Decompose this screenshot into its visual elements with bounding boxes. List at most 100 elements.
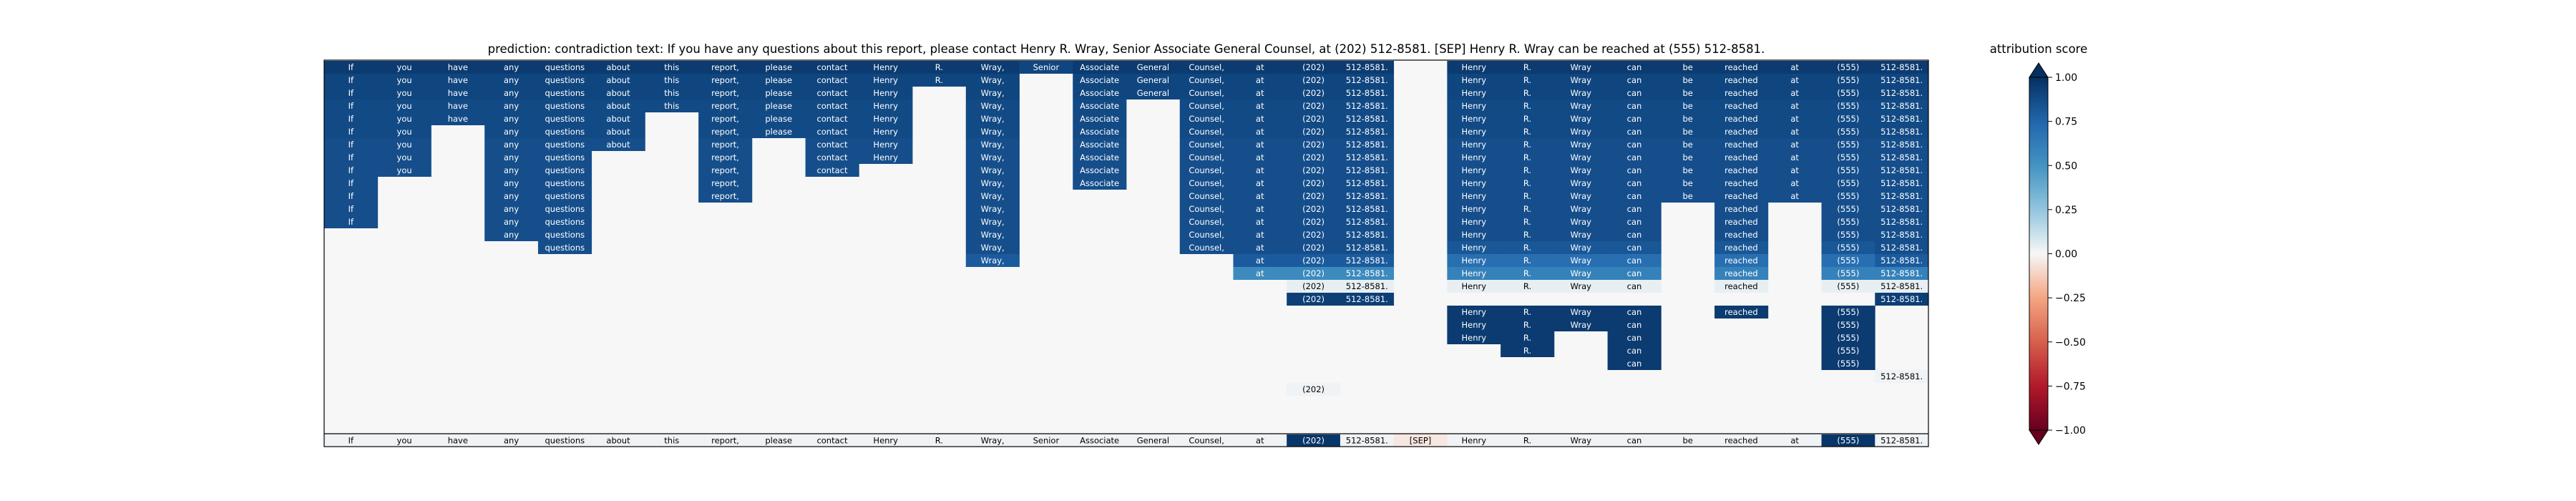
heatmap-r5c25-label: be bbox=[1683, 127, 1693, 137]
heatmap-r8c4-label: questions bbox=[545, 165, 585, 175]
heatmap-r7c26-label: reached bbox=[1724, 152, 1758, 162]
heatmap-r9c17-label: at bbox=[1256, 178, 1264, 188]
heatmap-r2c9-label: contact bbox=[816, 88, 848, 98]
heatmap-r17c26-label: reached bbox=[1724, 281, 1758, 291]
heatmap-r9c21-label: Henry bbox=[1461, 178, 1486, 188]
heatmap-r7c22-label: R. bbox=[1523, 152, 1531, 162]
final-row-c9-label: contact bbox=[816, 436, 848, 446]
colorbar-tick-label: 1.00 bbox=[2055, 72, 2077, 84]
heatmap-r17c28-label: (555) bbox=[1837, 281, 1859, 291]
final-row-c8-label: please bbox=[765, 436, 792, 446]
heatmap-r12c21-label: Henry bbox=[1461, 217, 1486, 227]
colorbar-tick-label: −0.25 bbox=[2055, 293, 2086, 304]
heatmap-r4c4-label: questions bbox=[545, 114, 585, 124]
heatmap-r3c12-label: Wray, bbox=[981, 101, 1005, 111]
heatmap-r2c4-label: questions bbox=[545, 88, 585, 98]
heatmap-r9c12-label: Wray, bbox=[981, 178, 1005, 188]
heatmap-r12c28-label: (555) bbox=[1837, 217, 1859, 227]
heatmap-r13c28-label: (555) bbox=[1837, 230, 1859, 240]
heatmap-r5c3-label: any bbox=[504, 127, 519, 137]
heatmap-r10c26-label: reached bbox=[1724, 191, 1758, 201]
heatmap-r13c12-label: Wray, bbox=[981, 230, 1005, 240]
heatmap-r13c16-label: Counsel, bbox=[1189, 230, 1224, 240]
heatmap-r10c0-label: If bbox=[348, 191, 354, 201]
heatmap-r5c16-label: Counsel, bbox=[1189, 127, 1224, 137]
heatmap-r7c18-label: (202) bbox=[1302, 152, 1324, 162]
heatmap-r15c29-label: 512-8581. bbox=[1880, 256, 1923, 266]
heatmap-r0c24-label: can bbox=[1627, 62, 1642, 72]
heatmap-r10c12-label: Wray, bbox=[981, 191, 1005, 201]
heatmap-r8c0-label: If bbox=[348, 165, 354, 175]
final-row-c25-label: be bbox=[1683, 436, 1693, 446]
heatmap-r10c27-label: at bbox=[1790, 191, 1799, 201]
heatmap-r6c5-label: about bbox=[606, 140, 630, 150]
heatmap-r1c23-label: Wray bbox=[1571, 75, 1592, 85]
heatmap-r4c14-label: Associate bbox=[1080, 114, 1119, 124]
heatmap-r15c28-label: (555) bbox=[1837, 256, 1859, 266]
heatmap-r7c25-label: be bbox=[1683, 152, 1693, 162]
heatmap-r18c18-label: (202) bbox=[1302, 294, 1324, 304]
heatmap-plot-area: If you have any questions about this report, ple… bbox=[323, 59, 1929, 447]
chart-title: prediction: contradiction text: If you h… bbox=[488, 42, 1765, 56]
heatmap-r4c0-label: If bbox=[348, 114, 354, 124]
heatmap-r16c18-label: (202) bbox=[1302, 268, 1324, 278]
final-row-c0-label: If bbox=[348, 436, 354, 446]
heatmap-r0c3-label: any bbox=[504, 62, 519, 72]
heatmap-r9c23-label: Wray bbox=[1571, 178, 1592, 188]
heatmap-r14c24-label: can bbox=[1627, 243, 1642, 253]
heatmap-r3c22-label: R. bbox=[1523, 101, 1531, 111]
heatmap-r13c26-label: reached bbox=[1724, 230, 1758, 240]
heatmap-r1c6-label: this bbox=[664, 75, 679, 85]
heatmap-r4c21-label: Henry bbox=[1461, 114, 1486, 124]
heatmap-r12c3-label: any bbox=[504, 217, 519, 227]
heatmap-r8c29-label: 512-8581. bbox=[1880, 165, 1923, 175]
heatmap-r9c26-label: reached bbox=[1724, 178, 1758, 188]
heatmap-r0c12-label: Wray, bbox=[981, 62, 1005, 72]
heatmap-r16c23-label: Wray bbox=[1571, 268, 1592, 278]
heatmap-r25c18-label: (202) bbox=[1302, 384, 1324, 394]
heatmap-r19c23-label: Wray bbox=[1571, 307, 1592, 317]
heatmap-r10c4-label: questions bbox=[545, 191, 585, 201]
heatmap-r1c11-label: R. bbox=[935, 75, 943, 85]
heatmap-r10c25-label: be bbox=[1683, 191, 1693, 201]
heatmap-r15c17-label: at bbox=[1256, 256, 1264, 266]
heatmap-r11c18-label: (202) bbox=[1302, 204, 1324, 214]
heatmap-r3c1-label: you bbox=[397, 101, 412, 111]
final-row-c24-label: can bbox=[1627, 436, 1642, 446]
heatmap-r1c15-label: General bbox=[1137, 75, 1169, 85]
heatmap-r15c23-label: Wray bbox=[1571, 256, 1592, 266]
heatmap-r3c17-label: at bbox=[1256, 101, 1264, 111]
heatmap-r1c1-label: you bbox=[397, 75, 412, 85]
heatmap-r2c24-label: can bbox=[1627, 88, 1642, 98]
heatmap-r6c1-label: you bbox=[397, 140, 412, 150]
heatmap-r14c21-label: Henry bbox=[1461, 243, 1486, 253]
heatmap-r5c29-label: 512-8581. bbox=[1880, 127, 1923, 137]
heatmap-r1c16-label: Counsel, bbox=[1189, 75, 1224, 85]
heatmap-r2c15-label: General bbox=[1137, 88, 1169, 98]
heatmap-r0c9-label: contact bbox=[816, 62, 848, 72]
heatmap-r6c19-label: 512-8581. bbox=[1346, 140, 1388, 150]
heatmap-r11c28-label: (555) bbox=[1837, 204, 1859, 214]
heatmap-r13c3-label: any bbox=[504, 230, 519, 240]
heatmap-r7c24-label: can bbox=[1627, 152, 1642, 162]
heatmap-r12c29-label: 512-8581. bbox=[1880, 217, 1923, 227]
heatmap-r0c18-label: (202) bbox=[1302, 62, 1324, 72]
heatmap-r3c28-label: (555) bbox=[1837, 101, 1859, 111]
heatmap-r4c28-label: (555) bbox=[1837, 114, 1859, 124]
heatmap-r2c25-label: be bbox=[1683, 88, 1693, 98]
heatmap-r8c3-label: any bbox=[504, 165, 519, 175]
heatmap-r10c21-label: Henry bbox=[1461, 191, 1486, 201]
heatmap-r20c22-label: R. bbox=[1523, 320, 1531, 330]
heatmap-r2c16-label: Counsel, bbox=[1189, 88, 1224, 98]
final-row-c13-label: Senior bbox=[1033, 436, 1060, 446]
heatmap-r5c5-label: about bbox=[606, 127, 630, 137]
heatmap-r12c26-label: reached bbox=[1724, 217, 1758, 227]
heatmap-r7c3-label: any bbox=[504, 152, 519, 162]
heatmap-r6c10-label: Henry bbox=[873, 140, 898, 150]
heatmap-r2c27-label: at bbox=[1790, 88, 1799, 98]
heatmap-r4c18-label: (202) bbox=[1302, 114, 1324, 124]
heatmap-r11c4-label: questions bbox=[545, 204, 585, 214]
heatmap-r1c25-label: be bbox=[1683, 75, 1693, 85]
heatmap-r1c26-label: reached bbox=[1724, 75, 1758, 85]
heatmap-r10c3-label: any bbox=[504, 191, 519, 201]
